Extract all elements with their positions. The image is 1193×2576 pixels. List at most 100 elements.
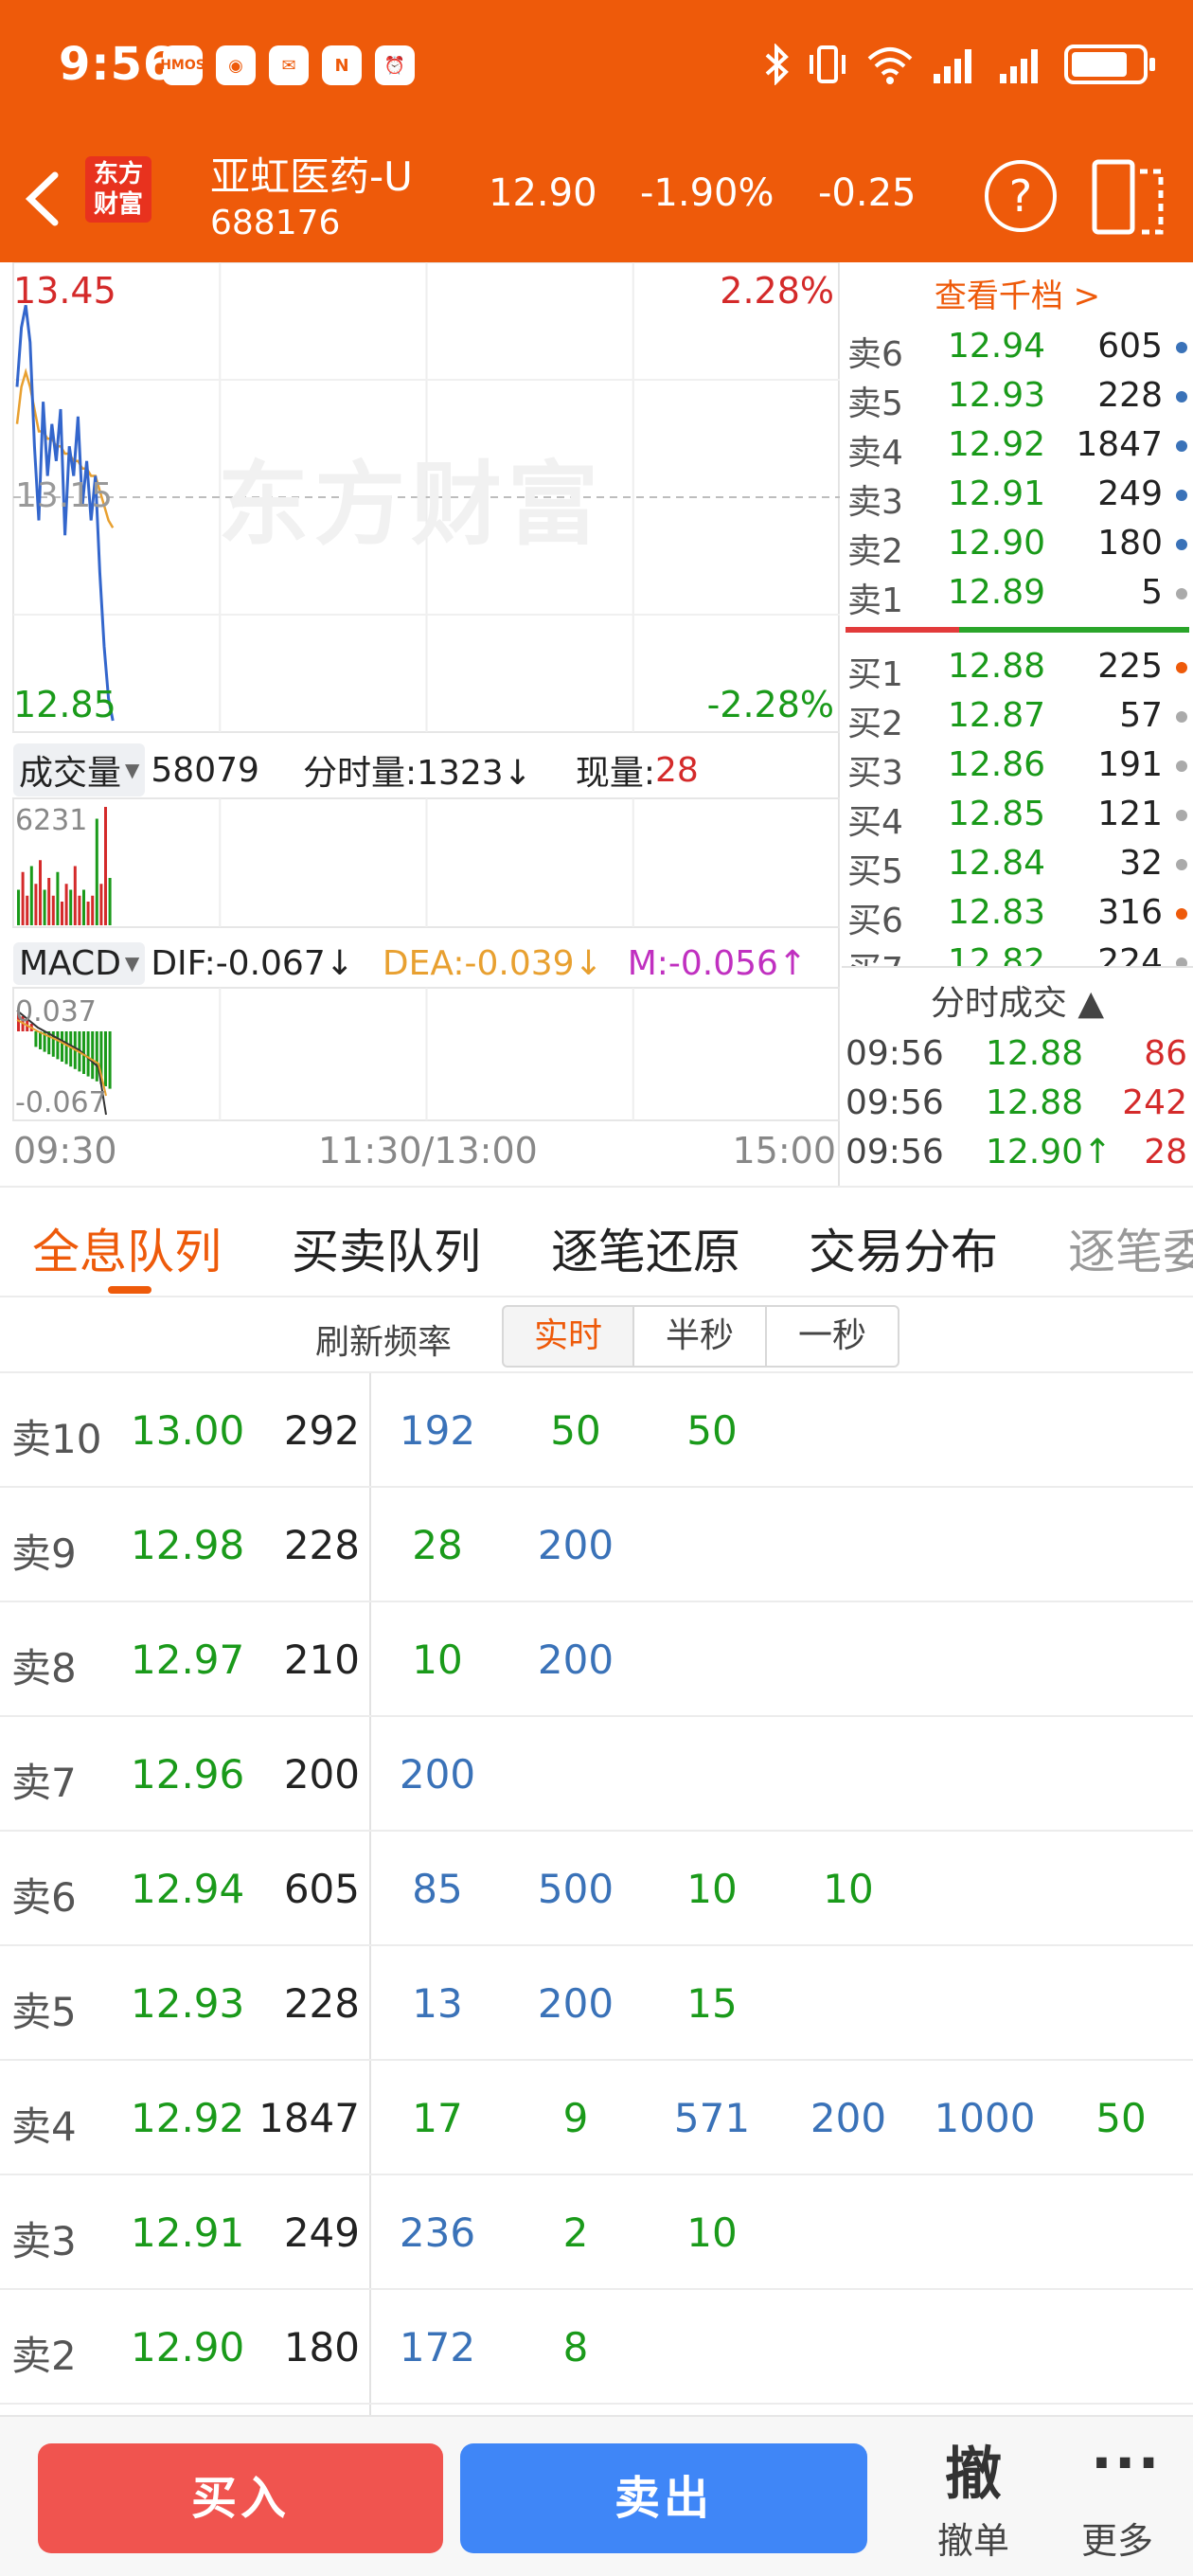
freq-realtime-button[interactable]: 实时 (502, 1305, 634, 1368)
cancel-order-icon[interactable]: 撤 (945, 2428, 1002, 2511)
time-close: 15:00 (732, 1130, 836, 1172)
queue-row[interactable]: 卖9 12.98 228 28 200 (0, 1488, 1193, 1602)
tick-price: 12.88 (986, 1034, 1084, 1073)
header-change: -0.25 (818, 171, 917, 215)
queue-volume: 1847 (258, 2095, 360, 2141)
view-depth-link[interactable]: 查看千档 > (842, 270, 1193, 316)
bid-level-row[interactable]: 买5 12.84 32 (842, 840, 1193, 891)
volume-selector[interactable]: 成交量 ▼ (13, 743, 146, 796)
intraday-chart[interactable]: 13.45 2.28% 12.85 -2.28% 13.15 东方财富 成交量 ▼… (0, 262, 840, 1186)
buy-button[interactable]: 买入 (38, 2443, 443, 2553)
ask-level-row[interactable]: 卖1 12.89 5 (842, 569, 1193, 620)
bid-level-row[interactable]: 买6 12.83 316 (842, 889, 1193, 940)
queue-row[interactable]: 卖8 12.97 210 10 200 (0, 1602, 1193, 1717)
cancel-order-label[interactable]: 撤单 (937, 2512, 1009, 2564)
sell-button[interactable]: 卖出 (460, 2443, 867, 2553)
queue-order-size: 10 (412, 1637, 463, 1683)
ask-level-row[interactable]: 卖3 12.91 249 (842, 471, 1193, 522)
tab-bid-ask-queue[interactable]: 买卖队列 (292, 1214, 481, 1282)
level-price: 12.85 (948, 795, 1046, 833)
queue-volume: 292 (283, 1407, 360, 1454)
queue-level-label: 卖10 (11, 1416, 102, 1462)
volume-total: 58079 (151, 750, 259, 790)
queue-price: 12.94 (131, 1866, 245, 1912)
level-marker-dot (1176, 711, 1187, 723)
bid-level-row[interactable]: 买2 12.87 57 (842, 692, 1193, 743)
level-volume: 249 (1097, 474, 1163, 513)
queue-order-size: 200 (537, 1637, 614, 1683)
queue-order-size: 13 (412, 1980, 463, 2027)
app-logo: 东方 财富 (85, 156, 151, 223)
back-arrow-icon[interactable] (21, 166, 78, 232)
queue-price: 12.96 (131, 1751, 245, 1798)
queue-volume: 228 (283, 1522, 360, 1568)
level-label: 卖2 (847, 532, 903, 571)
tick-time: 09:56 (846, 1034, 944, 1073)
volume-bar (29, 866, 33, 925)
queue-order-size: 200 (537, 1980, 614, 2027)
macd-selector[interactable]: MACD ▼ (13, 941, 146, 985)
volume-current-label: 现量: (575, 754, 655, 793)
stock-name[interactable]: 亚虹医药-U (210, 145, 413, 203)
queue-row[interactable]: 卖2 12.90 180 172 8 (0, 2290, 1193, 2405)
status-time: 9:56 (59, 38, 176, 91)
help-icon[interactable]: ? (985, 160, 1057, 232)
queue-order-size: 10 (686, 1866, 738, 1912)
layout-toggle-icon[interactable] (1091, 158, 1165, 236)
tab-tick-restore[interactable]: 逐笔还原 (551, 1214, 740, 1282)
queue-row[interactable]: 卖5 12.93 228 13 200 15 (0, 1946, 1193, 2061)
hmos-icon: HMOS (160, 45, 205, 85)
queue-row[interactable]: 卖3 12.91 249 236 2 10 (0, 2175, 1193, 2290)
bid-level-row[interactable]: 买1 12.88 225 (842, 643, 1193, 694)
queue-row[interactable]: 卖7 12.96 200 200 (0, 1717, 1193, 1832)
macd-bar (34, 1031, 38, 1047)
volume-bar (56, 871, 60, 925)
full-queue-table[interactable]: 卖10 13.00 292 192 50 50 卖9 12.98 228 28 200 卖8 12.97… (0, 1373, 1193, 2415)
queue-order-size: 10 (823, 1866, 874, 1912)
bid-level-row[interactable]: 买3 12.86 191 (842, 742, 1193, 793)
level-marker-dot (1176, 342, 1187, 353)
freq-one-second-button[interactable]: 一秒 (765, 1305, 899, 1368)
volume-bar (64, 884, 68, 925)
signal-icon-2 (1000, 49, 1038, 83)
status-right (763, 44, 1155, 85)
volume-bar (95, 818, 98, 925)
chart-watermark: 东方财富 (218, 452, 604, 558)
tick-trades-title[interactable]: 分时成交 ▲ (842, 975, 1193, 1025)
freq-half-second-button[interactable]: 半秒 (632, 1305, 767, 1368)
queue-order-size: 17 (412, 2095, 463, 2141)
queue-order-size: 50 (550, 1407, 601, 1454)
level-marker-dot (1176, 588, 1187, 599)
tab-tick-orders[interactable]: 逐笔委 (1068, 1214, 1193, 1282)
time-open: 09:30 (13, 1130, 117, 1172)
bid-level-row[interactable]: 买4 12.85 121 (842, 791, 1193, 842)
ask-level-row[interactable]: 卖5 12.93 228 (842, 372, 1193, 423)
queue-row[interactable]: 卖4 12.92 1847 17 9 571 200 1000 50 (0, 2061, 1193, 2175)
more-icon[interactable]: ··· (1091, 2430, 1161, 2496)
bid-ask-ratio-bar (846, 627, 1189, 633)
level-label: 买7 (847, 942, 903, 968)
level-marker-dot (1176, 440, 1187, 452)
ask-level-row[interactable]: 卖2 12.90 180 (842, 520, 1193, 571)
level-volume: 57 (1119, 696, 1163, 735)
tab-trade-distribution[interactable]: 交易分布 (809, 1214, 998, 1282)
ask-level-row[interactable]: 卖6 12.94 605 (842, 323, 1193, 374)
queue-volume: 210 (283, 1637, 360, 1683)
queue-price: 12.98 (131, 1522, 245, 1568)
queue-volume: 180 (283, 2324, 360, 2370)
volume-bar (21, 871, 25, 925)
order-book: 查看千档 > 卖6 12.94 605 卖5 12.93 228 卖4 12.92 1847 卖3… (842, 262, 1193, 968)
queue-order-size: 200 (537, 1522, 614, 1568)
level-price: 12.89 (948, 573, 1046, 612)
queue-volume: 605 (283, 1866, 360, 1912)
queue-row[interactable]: 卖10 13.00 292 192 50 50 (0, 1373, 1193, 1488)
more-label[interactable]: 更多 (1081, 2512, 1153, 2564)
queue-row[interactable]: 卖6 12.94 605 85 500 10 10 (0, 1832, 1193, 1946)
queue-price: 12.97 (131, 1637, 245, 1683)
macd-bar (61, 1031, 63, 1062)
tab-full-queue[interactable]: 全息队列 (32, 1214, 222, 1282)
level-label: 买5 (847, 852, 903, 891)
app-dot-icon: ◉ (216, 45, 256, 85)
bid-level-row[interactable]: 买7 12.82 224 (842, 939, 1193, 968)
ask-level-row[interactable]: 卖4 12.92 1847 (842, 421, 1193, 473)
